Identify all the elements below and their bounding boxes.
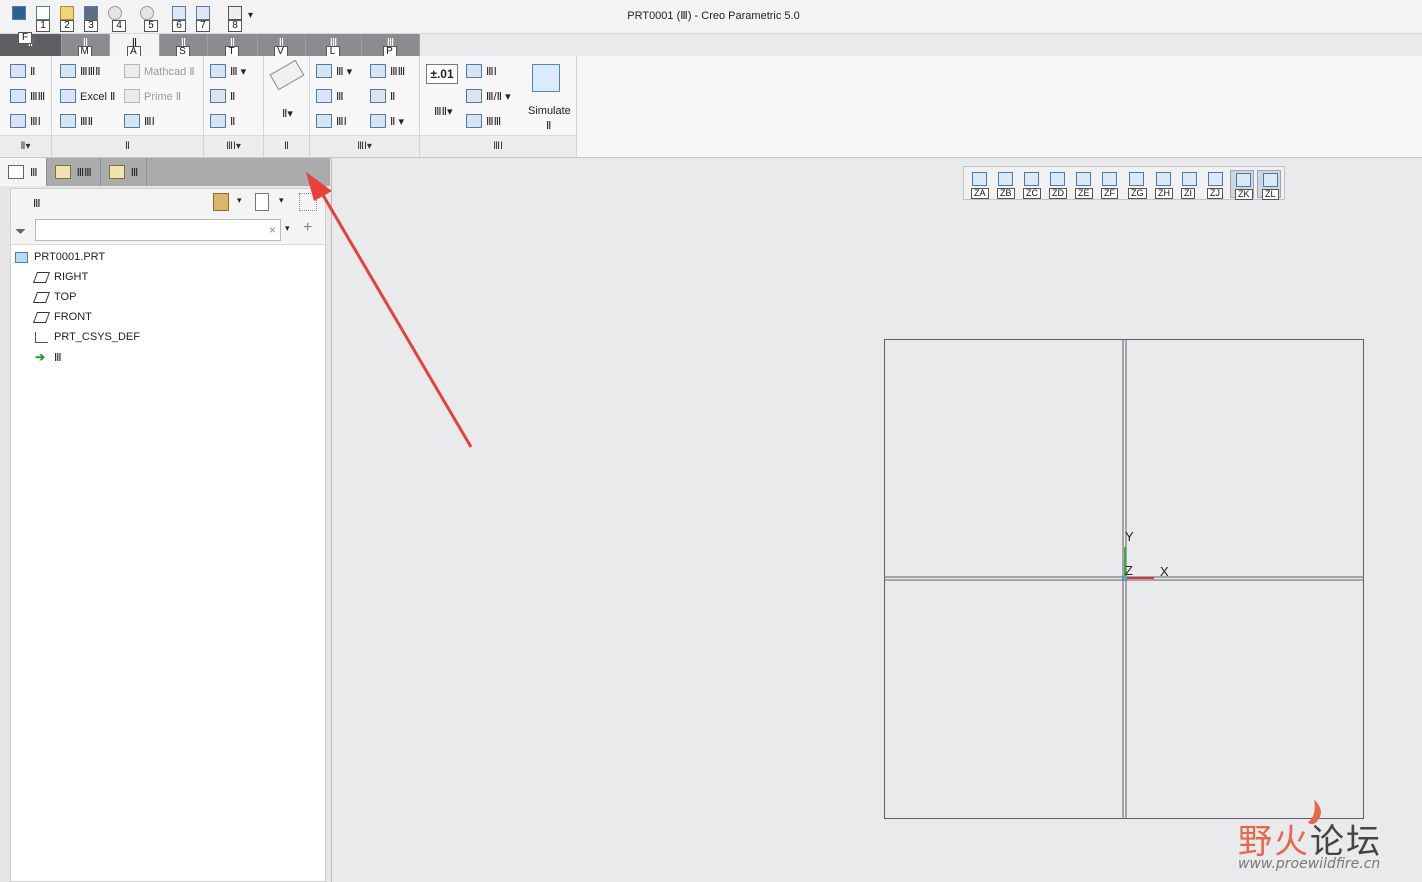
arrow-head: [306, 172, 332, 201]
watermark-url: www.proewildfire.cn: [1238, 856, 1381, 872]
watermark: 野火论坛 www.proewildfire.cn: [1234, 799, 1414, 878]
annotation-arrow: [306, 172, 473, 448]
arrow-shaft: [318, 189, 473, 448]
